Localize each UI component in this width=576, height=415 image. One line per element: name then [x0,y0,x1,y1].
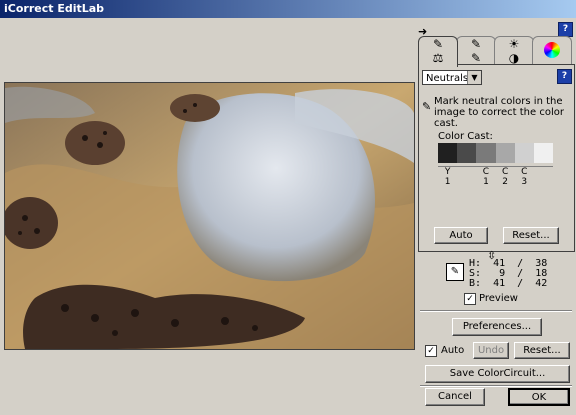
scale-icon: ⚖ [432,51,444,65]
divider [420,385,572,387]
mode-dropdown[interactable]: Neutrals ▼ [422,70,482,85]
rock-photo [5,83,414,349]
swatch-2[interactable] [476,143,496,163]
sample-dropper-button[interactable]: ✎ [446,263,464,281]
tab-color-wheel[interactable] [532,36,572,65]
auto-label: Auto [441,345,465,356]
reset-button[interactable]: Reset... [514,342,570,359]
auto-checkbox[interactable]: ✓ [425,345,437,357]
swatch-label [457,167,476,187]
hsb-readout: H: 41 / 38 S: 9 / 18 B: 41 / 42 [469,259,547,289]
swatch-label: C2 [501,167,509,187]
swatch-5[interactable] [533,143,554,163]
chevron-down-icon: ▼ [467,71,481,84]
color-cast-swatches [438,143,554,163]
dropper-icon: ✎ [470,51,482,65]
swatch-label [534,167,553,187]
cancel-button[interactable]: Cancel [425,388,485,406]
mode-value: Neutrals [426,73,469,84]
color-wheel-icon [544,42,560,58]
preview-label: Preview [479,293,518,304]
dropper-icon: ✎ [422,100,432,113]
swatch-label: Y1 [444,167,451,187]
save-colorcircuit-button[interactable]: Save ColorCircuit... [425,365,570,383]
dropper-icon: ✎ [450,266,460,277]
color-cast-label: Color Cast: [438,131,493,142]
tab-brightness[interactable]: ☀ ◑ [494,36,534,65]
swatch-label: C1 [482,167,490,187]
window-title: iCorrect EditLab [4,2,105,15]
title-bar[interactable]: iCorrect EditLab [0,0,576,18]
swatch-4[interactable] [514,143,534,163]
tab-color[interactable]: ✎ ✎ [456,36,496,65]
instruction-text: Mark neutral colors in the image to corr… [434,96,564,129]
neutrals-panel: Neutrals ▼ ? ✎ Mark neutral colors in th… [418,64,575,252]
panel-reset-button[interactable]: Reset... [503,227,559,244]
help-icon[interactable]: ? [558,22,573,37]
swatch-labels: Y1 C1 C2 C3 [438,166,553,187]
contrast-icon: ◑ [508,51,520,65]
ok-button[interactable]: OK [508,388,570,406]
dropper-icon: ✎ [432,37,444,51]
image-preview[interactable] [4,82,415,350]
tab-neutrals[interactable]: ✎ ⚖ [418,36,458,67]
sun-icon: ☀ [508,37,520,51]
swatch-3[interactable] [495,143,515,163]
panel-auto-button[interactable]: Auto [434,227,488,244]
dropper-icon: ✎ [470,37,482,51]
brightness-readout: B: 41 / 42 [469,278,548,289]
divider [420,310,572,312]
undo-button[interactable]: Undo [473,342,509,359]
preferences-button[interactable]: Preferences... [452,318,542,336]
swatch-label: C3 [521,167,528,187]
swatch-0[interactable] [438,143,458,163]
panel-help-icon[interactable]: ? [557,69,572,84]
swatch-1[interactable] [457,143,477,163]
preview-checkbox[interactable]: ✓ [464,293,476,305]
editlab-window: iCorrect EditLab ➜ ? ✎ ⚖ ✎ ✎ ☀ ◑ Neutral… [0,0,576,415]
tool-tabs: ✎ ⚖ ✎ ✎ ☀ ◑ [418,36,573,67]
